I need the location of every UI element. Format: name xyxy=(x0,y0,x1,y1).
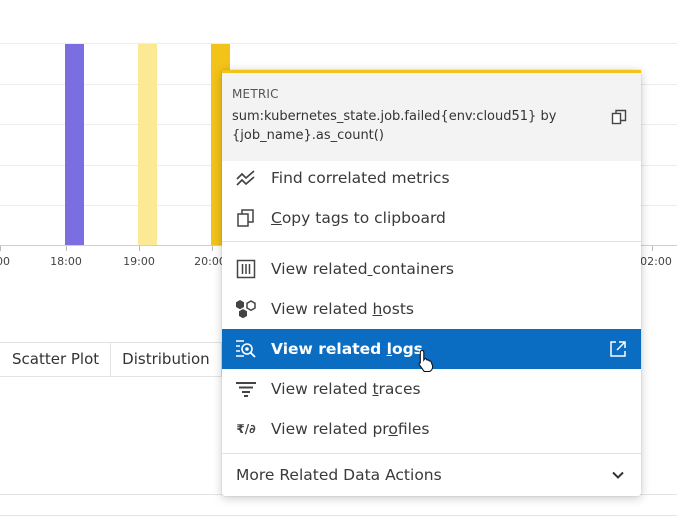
tab-scatter-plot[interactable]: Scatter Plot xyxy=(0,343,112,376)
menu-item-label: View related logs xyxy=(271,340,423,358)
x-tick-label: 18:00 xyxy=(50,255,82,268)
menu-item-copy-tags[interactable]: Copy tags to clipboard xyxy=(222,198,641,238)
menu-separator xyxy=(222,241,641,242)
menu-item-view-containers[interactable]: View related containers xyxy=(222,249,641,289)
tab-distribution[interactable]: Distribution xyxy=(111,343,222,376)
menu-item-label: View related hosts xyxy=(271,300,415,318)
x-tick-label: 02:00 xyxy=(640,255,672,268)
menu-item-label: View related containers xyxy=(271,260,455,278)
x-tick xyxy=(139,246,140,251)
copy-metric-button[interactable] xyxy=(611,109,627,125)
x-tick xyxy=(66,246,67,251)
menu-item-label: Find correlated metrics xyxy=(271,169,450,187)
containers-icon xyxy=(235,258,257,280)
divider xyxy=(0,515,677,516)
menu-item-view-profiles[interactable]: ₹/∂ View related profiles xyxy=(222,409,641,449)
metric-query: sum:kubernetes_state.job.failed{env:clou… xyxy=(232,109,557,143)
menu-item-view-hosts[interactable]: View related hosts xyxy=(222,289,641,329)
x-tick-label: 19:00 xyxy=(123,255,155,268)
menu-item-view-traces[interactable]: View related traces xyxy=(222,369,641,409)
more-related-actions[interactable]: More Related Data Actions xyxy=(222,454,641,496)
copy-icon xyxy=(611,109,627,125)
graph-type-tabs: Scatter Plot Distribution xyxy=(0,342,222,377)
metric-header: METRIC sum:kubernetes_state.job.failed{e… xyxy=(222,73,641,161)
x-tick xyxy=(652,246,653,251)
profiles-icon: ₹/∂ xyxy=(236,422,256,436)
x-tick-label: 00 xyxy=(0,255,10,268)
logs-icon xyxy=(235,338,257,360)
metric-label: METRIC xyxy=(232,87,279,101)
bar-18-00[interactable] xyxy=(65,44,84,245)
x-tick xyxy=(212,246,213,251)
hand-cursor-icon xyxy=(417,349,435,373)
x-tick xyxy=(0,246,1,251)
traces-icon xyxy=(235,378,257,400)
context-menu: METRIC sum:kubernetes_state.job.failed{e… xyxy=(222,70,641,496)
more-related-actions-label: More Related Data Actions xyxy=(236,466,442,484)
menu-item-label: View related traces xyxy=(271,380,421,398)
gridline xyxy=(0,43,677,44)
correlation-icon xyxy=(235,167,257,189)
menu-item-label: View related profiles xyxy=(271,420,430,438)
bar-19-00[interactable] xyxy=(138,44,157,245)
copy-icon xyxy=(235,207,257,229)
chevron-down-icon xyxy=(611,468,625,482)
external-link-icon xyxy=(609,340,627,358)
menu-item-label: Copy tags to clipboard xyxy=(271,209,446,227)
hosts-icon xyxy=(235,298,257,320)
menu-item-find-correlated-metrics[interactable]: Find correlated metrics xyxy=(222,158,641,198)
